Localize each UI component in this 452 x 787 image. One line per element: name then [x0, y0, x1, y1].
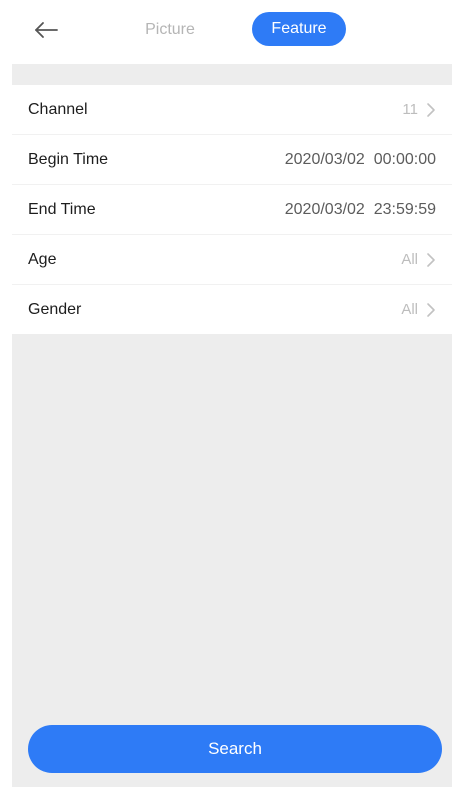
filter-list: Channel 11 Begin Time 2020/03/02 00:00:0…: [12, 85, 452, 334]
gender-value: All: [401, 301, 418, 318]
channel-label: Channel: [28, 101, 88, 118]
age-row[interactable]: Age All: [12, 235, 452, 285]
tab-picture[interactable]: Picture: [124, 14, 216, 46]
channel-row[interactable]: Channel 11: [12, 85, 452, 135]
chevron-right-icon: [426, 302, 436, 318]
top-bar: Picture Feature: [12, 0, 452, 64]
back-button[interactable]: [28, 12, 64, 48]
chevron-right-icon: [426, 252, 436, 268]
end-time-row[interactable]: End Time 2020/03/02 23:59:59: [12, 185, 452, 235]
tab-feature[interactable]: Feature: [252, 12, 346, 46]
begin-time-label: Begin Time: [28, 151, 109, 168]
arrow-left-icon: [28, 12, 64, 48]
end-time-value: 2020/03/02 23:59:59: [284, 201, 436, 218]
begin-time-row[interactable]: Begin Time 2020/03/02 00:00:00: [12, 135, 452, 185]
age-label: Age: [28, 251, 57, 268]
search-button[interactable]: Search: [28, 725, 442, 773]
chevron-right-icon: [426, 102, 436, 118]
gender-label: Gender: [28, 301, 82, 318]
age-value: All: [401, 251, 418, 268]
gender-row[interactable]: Gender All: [12, 285, 452, 334]
begin-time-value: 2020/03/02 00:00:00: [284, 151, 436, 168]
end-time-label: End Time: [28, 201, 96, 218]
search-screen: Picture Feature Channel 11 Begin Time 20…: [12, 0, 452, 787]
channel-value: 11: [402, 101, 418, 118]
